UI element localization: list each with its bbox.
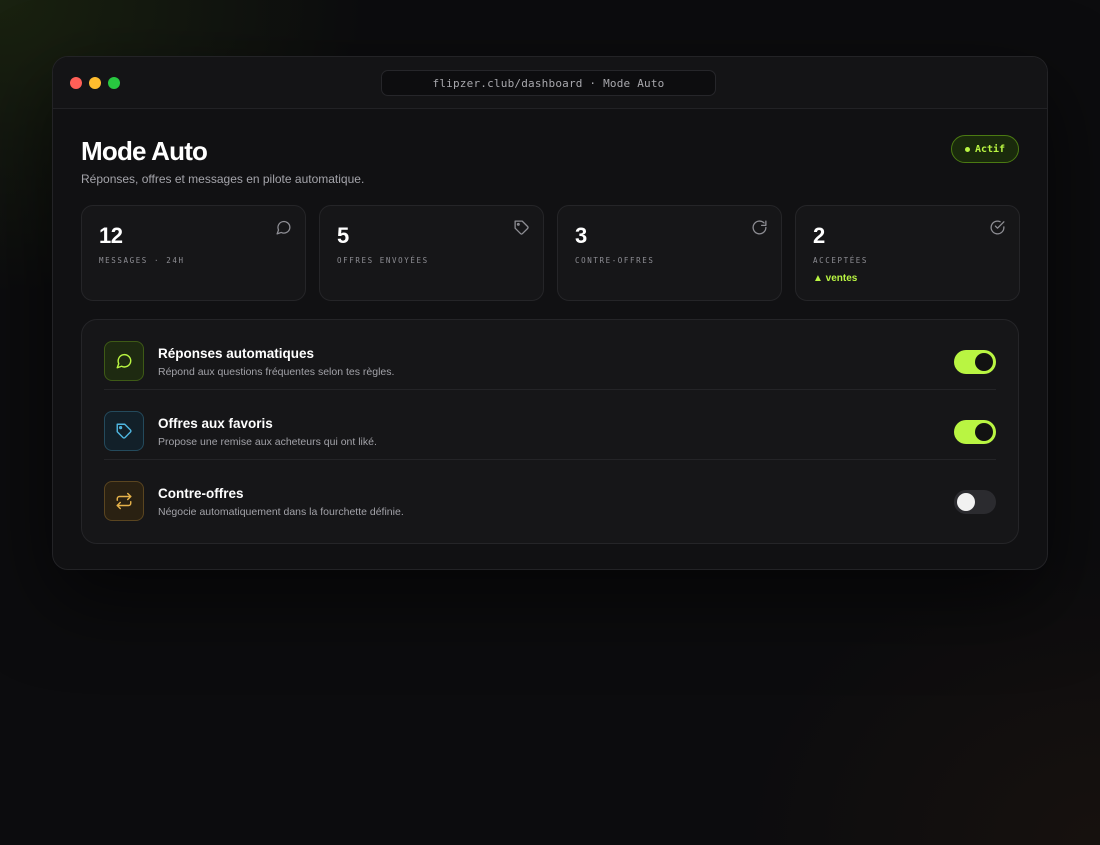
favorites-offers-toggle[interactable]	[954, 420, 996, 444]
tag-icon	[514, 220, 529, 235]
feature-title: Offres aux favoris	[158, 416, 273, 431]
toggle-knob	[975, 353, 993, 371]
check-circle-icon	[990, 220, 1005, 235]
close-window-button[interactable]	[70, 77, 82, 89]
stat-label: CONTRE-OFFRES	[575, 256, 655, 265]
stat-label: MESSAGES · 24H	[99, 256, 185, 265]
swap-arrows-icon	[104, 481, 144, 521]
counter-offers-toggle[interactable]	[954, 490, 996, 514]
feature-row-favorites-offers: Offres aux favoris Propose une remise au…	[104, 390, 996, 460]
stat-card-offers: 5 OFFRES ENVOYÉES	[319, 205, 544, 301]
page-title: Mode Auto	[81, 136, 208, 166]
feature-title: Contre-offres	[158, 486, 244, 501]
stat-card-accepted: 2 ACCEPTÉES ▲ ventes	[795, 205, 1020, 301]
stat-trend: ▲ ventes	[813, 273, 858, 284]
feature-row-counter-offers: Contre-offres Négocie automatiquement da…	[104, 460, 996, 530]
status-dot-icon	[964, 146, 970, 152]
refresh-icon	[752, 220, 767, 235]
status-badge-label: Actif	[974, 143, 1006, 155]
automation-settings-panel: Réponses automatiques Répond aux questio…	[81, 319, 1019, 544]
title-bar: flipzer.club/dashboard · Mode Auto	[53, 57, 1047, 109]
page-subtitle: Réponses, offres et messages en pilote a…	[81, 172, 365, 186]
address-bar[interactable]: flipzer.club/dashboard · Mode Auto	[381, 70, 716, 96]
toggle-knob	[957, 493, 975, 511]
feature-description: Propose une remise aux acheteurs qui ont…	[158, 436, 377, 448]
stat-card-counter-offers: 3 CONTRE-OFFRES	[557, 205, 782, 301]
feature-title: Réponses automatiques	[158, 346, 315, 361]
toggle-knob	[975, 423, 993, 441]
chat-bubble-icon	[276, 220, 291, 235]
tag-icon	[104, 411, 144, 451]
stat-label: ACCEPTÉES	[813, 256, 869, 265]
stats-row: 12 MESSAGES · 24H 5 OFFRES ENVOYÉES 3 CO…	[81, 205, 1020, 301]
stat-value: 5	[337, 223, 349, 248]
stat-label: OFFRES ENVOYÉES	[337, 256, 429, 265]
browser-window: flipzer.club/dashboard · Mode Auto Mode …	[52, 56, 1048, 570]
status-badge: Actif	[951, 135, 1019, 163]
stat-card-messages: 12 MESSAGES · 24H	[81, 205, 306, 301]
feature-description: Négocie automatiquement dans la fourchet…	[158, 506, 404, 518]
minimize-window-button[interactable]	[89, 77, 101, 89]
auto-replies-toggle[interactable]	[954, 350, 996, 374]
stat-value: 12	[99, 223, 123, 248]
maximize-window-button[interactable]	[108, 77, 120, 89]
feature-description: Répond aux questions fréquentes selon te…	[158, 366, 395, 378]
stat-value: 3	[575, 223, 587, 248]
stat-value: 2	[813, 223, 825, 248]
feature-row-auto-replies: Réponses automatiques Répond aux questio…	[104, 320, 996, 390]
chat-bubble-icon	[104, 341, 144, 381]
